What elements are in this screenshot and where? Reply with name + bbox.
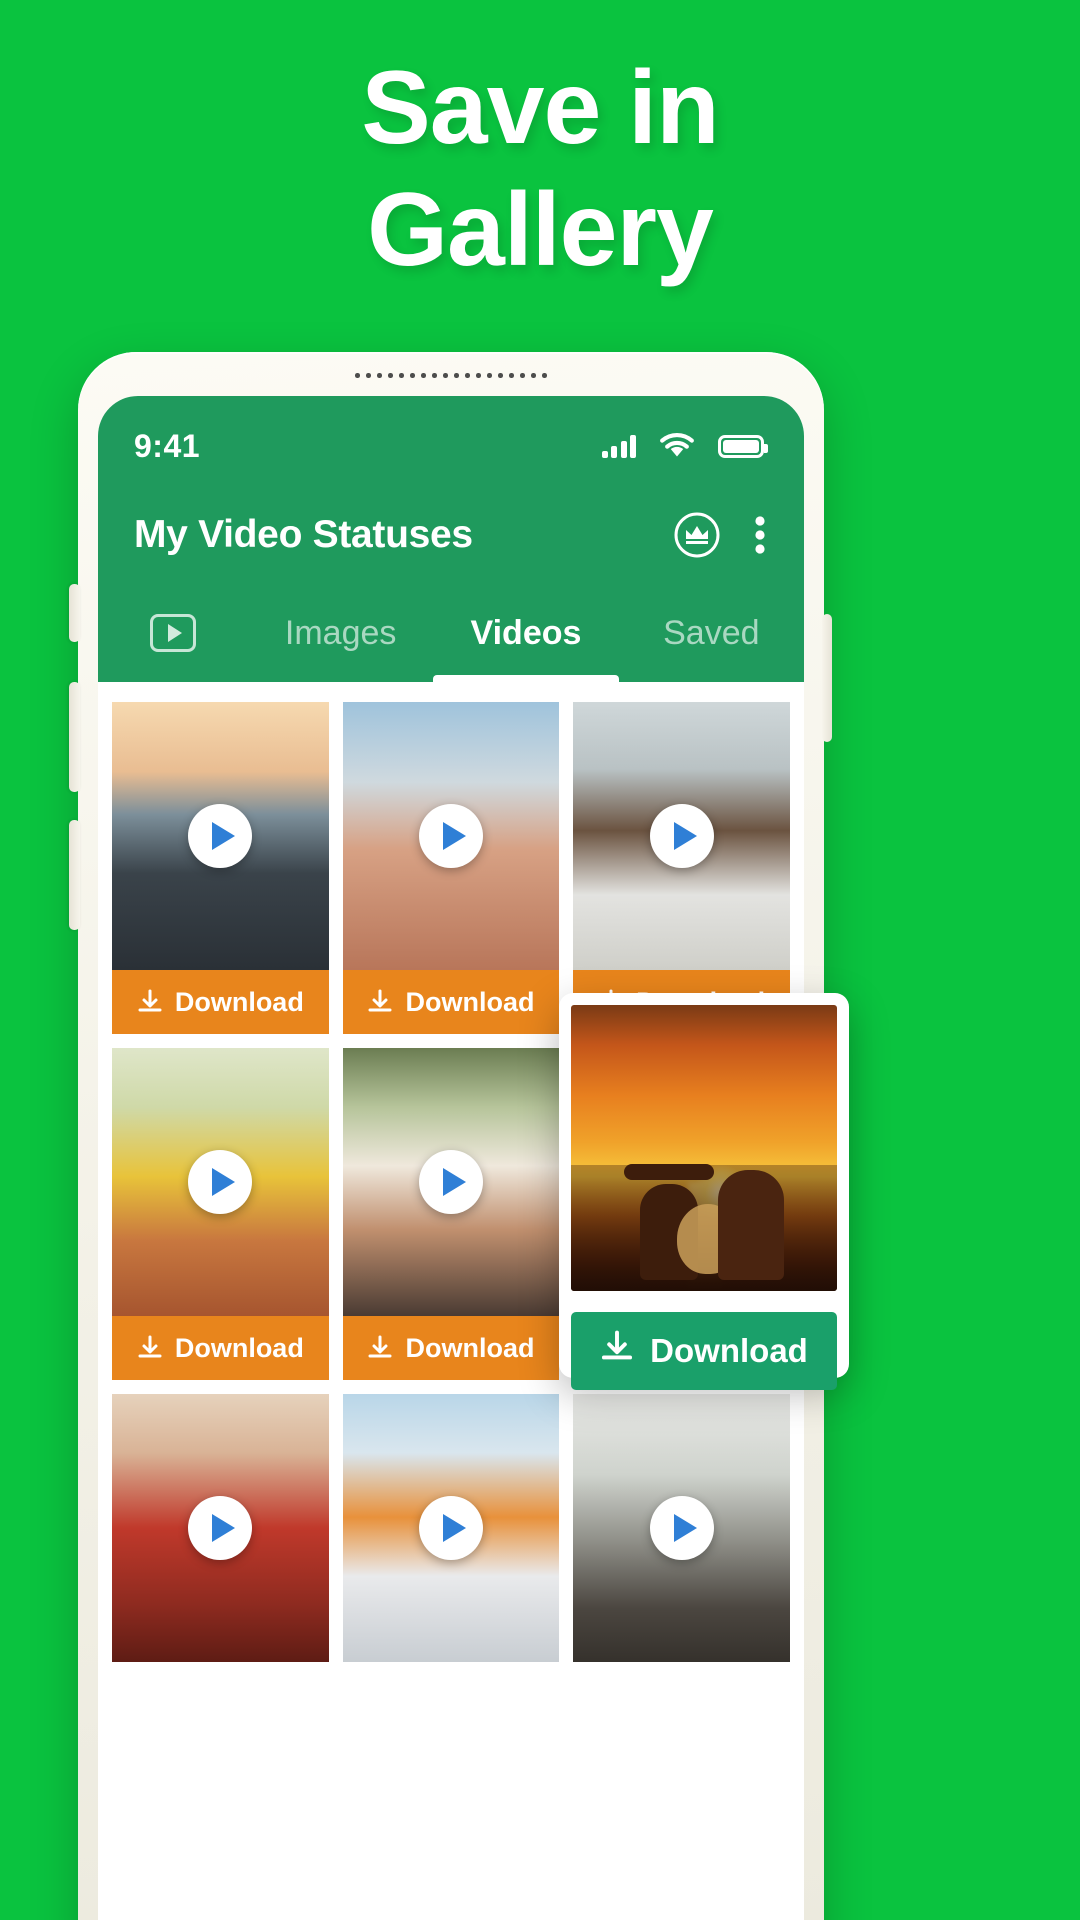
tab-videos-label: Videos (470, 613, 582, 652)
video-card[interactable]: Download (112, 702, 329, 1034)
download-icon (137, 989, 163, 1015)
tab-saved[interactable]: Saved (619, 584, 804, 682)
signal-icon (601, 434, 636, 458)
video-card[interactable] (342, 1394, 560, 1662)
phone-mute-switch (69, 584, 80, 642)
battery-icon (718, 434, 768, 458)
tab-saved-label: Saved (663, 613, 760, 652)
play-box-icon (150, 614, 196, 652)
play-icon[interactable] (188, 804, 253, 868)
headline-line-2: Gallery (367, 171, 714, 288)
tab-home[interactable] (98, 584, 248, 682)
silhouette-person-right (717, 1169, 784, 1280)
download-label: Download (405, 986, 535, 1017)
tab-images[interactable]: Images (248, 584, 433, 682)
download-label: Download (174, 986, 304, 1017)
video-thumbnail[interactable] (112, 702, 329, 970)
play-icon[interactable] (188, 1150, 253, 1214)
play-icon[interactable] (418, 804, 483, 868)
highlighted-download-label: Download (650, 1332, 808, 1369)
download-button[interactable]: Download (112, 1316, 329, 1380)
app-bar-actions (674, 512, 766, 558)
phone-power-button (822, 614, 832, 742)
phone-earpiece-speaker (352, 372, 550, 379)
headline-line-1: Save in (361, 50, 719, 166)
status-bar-clock: 9:41 (134, 427, 201, 464)
phone-volume-up-button (69, 682, 80, 792)
app-bar-title-row: My Video Statuses (98, 482, 804, 574)
status-bar-icons (601, 432, 768, 460)
download-label: Download (405, 1332, 535, 1363)
crown-icon[interactable] (674, 512, 720, 558)
video-thumbnail[interactable] (573, 702, 790, 970)
kebab-menu-icon[interactable] (754, 512, 766, 558)
video-thumbnail[interactable] (342, 702, 560, 970)
tab-images-label: Images (284, 613, 397, 652)
play-icon[interactable] (649, 804, 714, 868)
highlighted-video-card[interactable]: Download (559, 993, 849, 1390)
download-icon (600, 1330, 634, 1372)
tab-bar: Images Videos Saved (98, 584, 804, 682)
status-bar: 9:41 (98, 396, 804, 482)
video-thumbnail[interactable] (342, 1394, 560, 1662)
highlighted-thumbnail[interactable] (571, 1005, 837, 1291)
download-button[interactable]: Download (342, 1316, 560, 1380)
play-icon[interactable] (649, 1496, 714, 1560)
download-label: Download (174, 1332, 304, 1363)
app-bar: 9:41 My Video Statuses Images Videos Sav… (98, 396, 804, 682)
video-card[interactable] (573, 1394, 790, 1662)
download-button[interactable]: Download (342, 970, 560, 1034)
download-icon (137, 1335, 163, 1361)
wifi-icon (658, 432, 696, 460)
video-thumbnail[interactable] (112, 1394, 329, 1662)
download-icon (367, 989, 393, 1015)
video-thumbnail[interactable] (342, 1048, 560, 1316)
video-card[interactable]: Download (573, 702, 790, 1034)
download-icon (367, 1335, 393, 1361)
promo-headline: Save in Gallery (0, 48, 1080, 291)
page-title: My Video Statuses (134, 513, 473, 556)
play-icon[interactable] (418, 1150, 483, 1214)
tab-videos[interactable]: Videos (433, 584, 619, 682)
phone-volume-down-button (69, 820, 80, 930)
video-card[interactable] (112, 1394, 329, 1662)
play-icon[interactable] (188, 1496, 253, 1560)
video-card[interactable]: Download (112, 1048, 329, 1380)
highlighted-download-button[interactable]: Download (571, 1312, 837, 1390)
video-card[interactable]: Download (342, 702, 560, 1034)
video-thumbnail[interactable] (573, 1394, 790, 1662)
play-icon[interactable] (418, 1496, 483, 1560)
download-button[interactable]: Download (112, 970, 329, 1034)
video-thumbnail[interactable] (112, 1048, 329, 1316)
video-card[interactable]: Download (342, 1048, 560, 1380)
